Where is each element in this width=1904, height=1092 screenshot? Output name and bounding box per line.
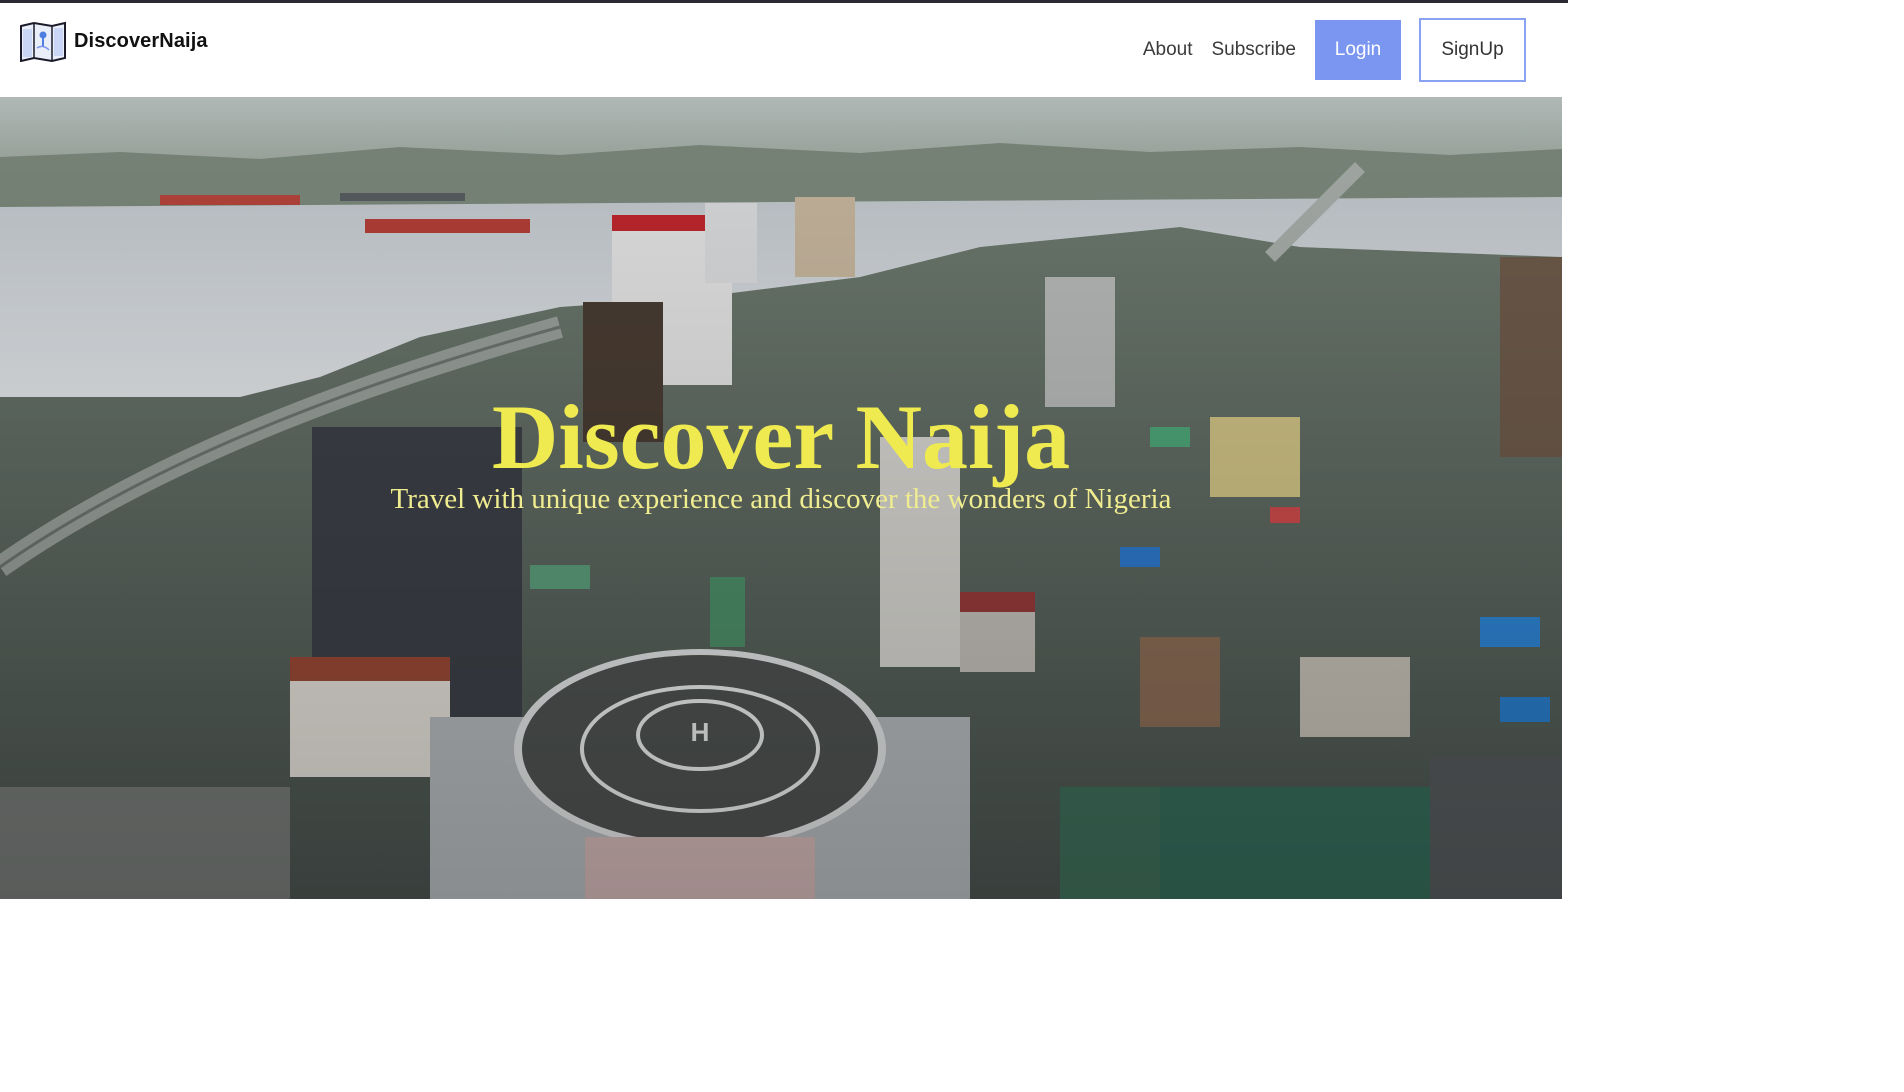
- signup-button[interactable]: SignUp: [1419, 18, 1526, 82]
- hero-section: H Discover Naija Travel with unique expe…: [0, 97, 1562, 899]
- nav-links: About Subscribe Login SignUp: [1143, 18, 1526, 82]
- brand-link[interactable]: DiscoverNaija: [18, 19, 208, 63]
- navbar: DiscoverNaija About Subscribe Login Sign…: [0, 3, 1568, 97]
- brand-name: DiscoverNaija: [74, 29, 208, 52]
- map-book-icon: [20, 21, 66, 62]
- hero-title: Discover Naija: [491, 386, 1071, 488]
- page-scrollbar-track[interactable]: [1562, 3, 1568, 899]
- nav-about-link[interactable]: About: [1143, 39, 1193, 61]
- login-button[interactable]: Login: [1315, 20, 1401, 80]
- hero-subtitle: Travel with unique experience and discov…: [390, 483, 1172, 515]
- nav-subscribe-link[interactable]: Subscribe: [1212, 39, 1297, 61]
